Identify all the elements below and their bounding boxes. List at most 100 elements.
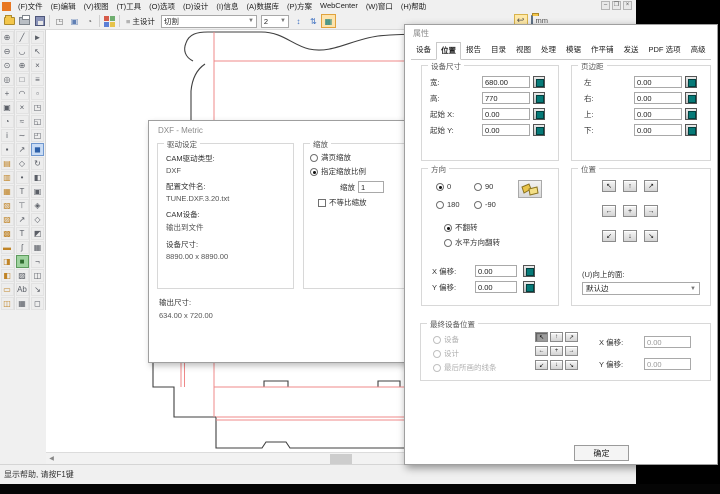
final-x-offset-input[interactable]: 0.00	[644, 336, 691, 348]
specify-scale-radio[interactable]	[310, 168, 318, 176]
menu-item[interactable]: (H)帮助	[397, 1, 430, 12]
tool-icon[interactable]: ◩	[31, 227, 44, 240]
tool-icon[interactable]: ■	[16, 255, 29, 268]
tool-icon[interactable]: ◻	[31, 297, 44, 310]
menu-item[interactable]: (T)工具	[113, 1, 146, 12]
tool-icon[interactable]: ↘	[31, 283, 44, 296]
position-arrow-button[interactable]: →	[644, 205, 658, 217]
tool-icon[interactable]: ◧	[31, 171, 44, 184]
position-arrow-button[interactable]: ↘	[644, 230, 658, 242]
tool-icon[interactable]: ◱	[31, 115, 44, 128]
tool-icon[interactable]: ▩	[1, 227, 14, 240]
value-input[interactable]: 0.00	[634, 92, 682, 104]
calculator-icon[interactable]	[523, 281, 535, 293]
final-arrow-button[interactable]: ↓	[550, 360, 563, 370]
position-arrow-button[interactable]: ↖	[602, 180, 616, 192]
tool-icon[interactable]: ▥	[1, 171, 14, 184]
final-arrow-button[interactable]: ↑	[550, 332, 563, 342]
calculator-icon[interactable]	[533, 108, 545, 120]
final-arrow-button[interactable]: ↗	[565, 332, 578, 342]
tool-icon[interactable]: ◔	[1, 115, 14, 128]
properties-tab[interactable]: 高级	[686, 41, 711, 59]
final-arrow-button[interactable]: →	[565, 346, 578, 356]
ok-button[interactable]: 确定	[574, 445, 629, 461]
value-input[interactable]: 0.00	[634, 108, 682, 120]
calculator-icon[interactable]	[523, 265, 535, 277]
tool-icon[interactable]: ∼	[16, 129, 29, 142]
final-y-offset-input[interactable]: 0.00	[644, 358, 691, 370]
tool-icon[interactable]: ▬	[1, 241, 14, 254]
value-input[interactable]: 0.00	[634, 76, 682, 88]
tool-icon[interactable]: ×	[16, 101, 29, 114]
scale-input[interactable]: 1	[358, 181, 384, 193]
tool-icon[interactable]: ▭	[1, 283, 14, 296]
open-button[interactable]	[2, 14, 17, 28]
tool-icon[interactable]: •	[16, 171, 29, 184]
no-flip-radio[interactable]	[444, 224, 452, 232]
menu-item[interactable]: (E)编辑	[47, 1, 80, 12]
tool-icon[interactable]: ≈	[16, 115, 29, 128]
position-arrow-button[interactable]: +	[623, 205, 637, 217]
value-input[interactable]: 0.00	[482, 124, 530, 136]
tool-icon[interactable]: ◨	[1, 255, 14, 268]
tool-icon[interactable]: ◠	[16, 87, 29, 100]
final-arrow-button[interactable]: +	[550, 346, 563, 356]
final-device-radio[interactable]	[433, 336, 441, 344]
tool-icon[interactable]: ×	[31, 59, 44, 72]
menu-item[interactable]: (V)视图	[80, 1, 113, 12]
final-arrow-button[interactable]: ↖	[535, 332, 548, 342]
sort-down-button[interactable]: ⇅	[306, 14, 321, 28]
x-offset-input[interactable]: 0.00	[475, 265, 517, 277]
tool-icon[interactable]: ◰	[31, 129, 44, 142]
menu-item[interactable]: WebCenter	[316, 1, 362, 12]
position-arrow-button[interactable]: ↓	[623, 230, 637, 242]
tool-icon[interactable]: ⊙	[1, 59, 14, 72]
tool-icon[interactable]: ▤	[1, 157, 14, 170]
tool-icon[interactable]: ▨	[1, 213, 14, 226]
tool-icon[interactable]: T	[16, 227, 29, 240]
tool-icon[interactable]: ▧	[1, 199, 14, 212]
tool-icon[interactable]: ▫	[31, 87, 44, 100]
properties-tab[interactable]: 目录	[486, 41, 511, 59]
tool-icon[interactable]: □	[16, 73, 29, 86]
tool-icon[interactable]: ≡	[31, 73, 44, 86]
tool-icon[interactable]: ◡	[16, 45, 29, 58]
tool-icon[interactable]: ↻	[31, 157, 44, 170]
restore-button[interactable]: ❐	[612, 1, 621, 10]
close-button[interactable]: ×	[623, 1, 632, 10]
minimize-button[interactable]: –	[601, 1, 610, 10]
menu-item[interactable]: (O)选项	[145, 1, 179, 12]
properties-tab[interactable]: 处理	[536, 41, 561, 59]
properties-tab[interactable]: 位置	[436, 42, 461, 60]
properties-tab[interactable]: 模锯	[561, 41, 586, 59]
tool-icon[interactable]: ↗	[16, 213, 29, 226]
position-arrow-button[interactable]: ←	[602, 205, 616, 217]
calculator-icon[interactable]	[685, 108, 697, 120]
properties-tab[interactable]: 作平铺	[586, 41, 619, 59]
menu-item[interactable]: (P)方案	[283, 1, 316, 12]
print-button[interactable]	[17, 14, 32, 28]
tool-icon[interactable]: ⊤	[16, 199, 29, 212]
tool-icon[interactable]: i	[1, 129, 14, 142]
tool-icon[interactable]: ◧	[1, 269, 14, 282]
fit-page-radio[interactable]	[310, 154, 318, 162]
tool-icon[interactable]: ◫	[1, 297, 14, 310]
value-input[interactable]: 0.00	[634, 124, 682, 136]
properties-tab[interactable]: 报告	[461, 41, 486, 59]
angle-minus90-radio[interactable]	[474, 201, 482, 209]
angle-90-radio[interactable]	[474, 183, 482, 191]
scroll-left-icon[interactable]: ◀	[46, 454, 57, 464]
menu-item[interactable]: (I)信息	[212, 1, 242, 12]
tool-icon[interactable]: ▦	[16, 297, 29, 310]
tool-icon[interactable]: ◇	[31, 213, 44, 226]
calculator-icon[interactable]	[685, 76, 697, 88]
final-arrow-button[interactable]: ↙	[535, 360, 548, 370]
tool-icon[interactable]: ⊕	[1, 31, 14, 44]
tool-icon[interactable]: ◳	[31, 101, 44, 114]
properties-tab[interactable]: 设备	[411, 41, 436, 59]
tool-icon[interactable]: ▦	[1, 185, 14, 198]
preview-button[interactable]: ▣	[67, 14, 82, 28]
tool-icon[interactable]: ◈	[31, 199, 44, 212]
3d-button[interactable]: ◔	[82, 14, 97, 28]
tool-icon[interactable]: ʃ	[16, 241, 29, 254]
